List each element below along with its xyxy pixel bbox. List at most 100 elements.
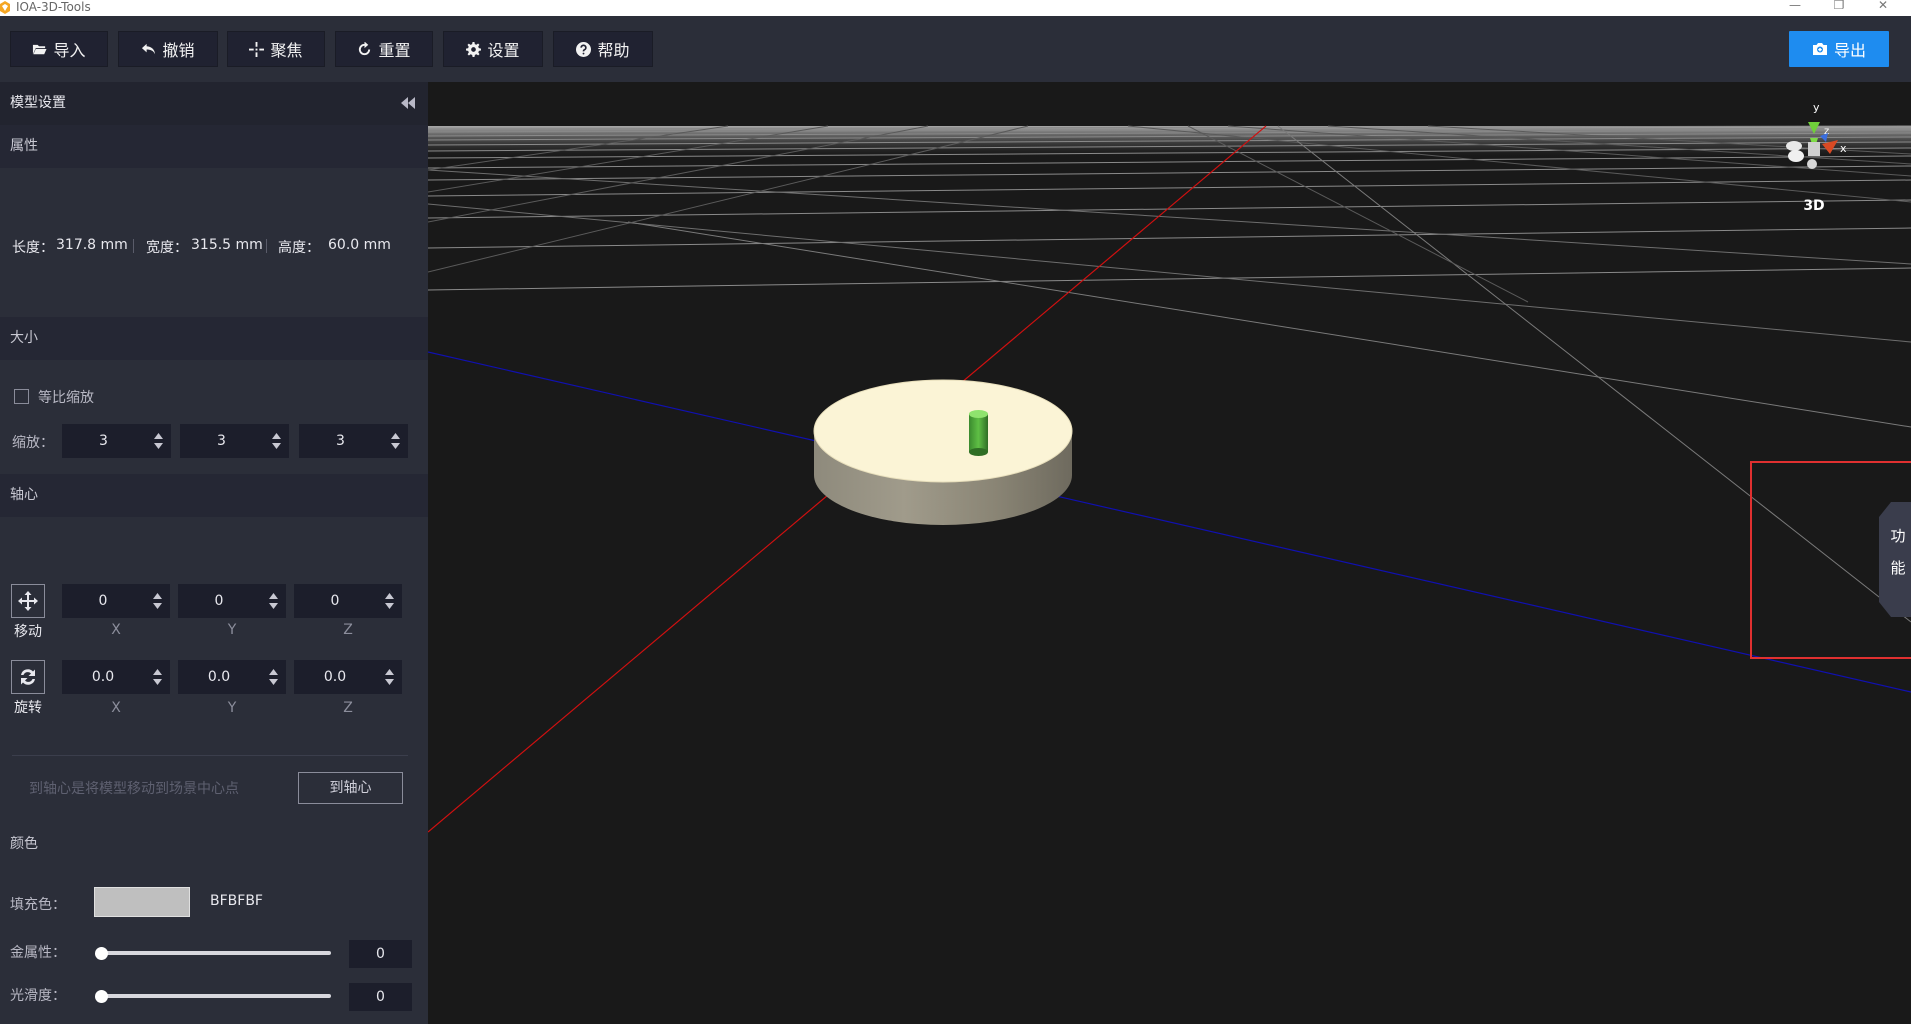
scale-z-input[interactable]: 3 bbox=[299, 424, 408, 458]
gizmo-neg-y-icon bbox=[1807, 159, 1817, 169]
crosshair-icon bbox=[249, 41, 265, 57]
metalness-value[interactable]: 0 bbox=[349, 940, 412, 968]
reset-button[interactable]: 重置 bbox=[335, 31, 433, 67]
orientation-gizmo[interactable]: y z x bbox=[1772, 100, 1852, 200]
camera-icon bbox=[1812, 43, 1827, 55]
ground-grid bbox=[428, 125, 1911, 623]
axis-z-label: Z bbox=[343, 622, 353, 638]
move-label: 移动 bbox=[14, 624, 42, 640]
size-header: 大小 bbox=[0, 317, 428, 360]
properties-header: 属性 bbox=[0, 125, 428, 168]
height-label: 高度： bbox=[278, 240, 320, 256]
uniform-scale-checkbox[interactable] bbox=[14, 389, 29, 404]
smoothness-value[interactable]: 0 bbox=[349, 983, 412, 1011]
scale-y-input[interactable]: 3 bbox=[180, 424, 289, 458]
close-button[interactable]: ✕ bbox=[1873, 0, 1893, 13]
axis-x-label: X bbox=[111, 700, 121, 716]
axis-x-label: X bbox=[111, 622, 121, 638]
divider bbox=[133, 239, 134, 253]
to-pivot-hint: 到轴心是将模型移动到场景中心点 bbox=[29, 781, 239, 797]
gizmo-center-icon bbox=[1808, 142, 1820, 156]
settings-button[interactable]: 设置 bbox=[443, 31, 543, 67]
color-header: 颜色 bbox=[10, 836, 38, 852]
axis-z-label: Z bbox=[343, 700, 353, 716]
rotate-x-input[interactable]: 0.0 bbox=[62, 660, 170, 694]
undo-icon bbox=[142, 43, 156, 54]
pivot-header: 轴心 bbox=[0, 474, 428, 517]
stepper-arrows[interactable] bbox=[385, 593, 394, 609]
metalness-slider[interactable] bbox=[97, 951, 331, 955]
stepper-arrows[interactable] bbox=[269, 669, 278, 685]
fill-color-swatch[interactable] bbox=[94, 887, 190, 917]
minimize-button[interactable]: — bbox=[1785, 0, 1805, 13]
move-tool-button[interactable] bbox=[11, 584, 45, 618]
smoothness-slider-thumb[interactable] bbox=[95, 990, 108, 1003]
z-axis-line bbox=[428, 351, 1911, 693]
stepper-arrows[interactable] bbox=[385, 669, 394, 685]
stepper-arrows[interactable] bbox=[154, 433, 163, 449]
model-settings-panel: 模型设置 属性 长度： 317.8 mm 宽度： 315.5 mm 高度： 60… bbox=[0, 82, 428, 1024]
panel-header: 模型设置 bbox=[0, 82, 428, 125]
fill-color-label: 填充色： bbox=[10, 897, 66, 913]
stepper-arrows[interactable] bbox=[153, 593, 162, 609]
restore-button[interactable]: ❐ bbox=[1829, 0, 1849, 13]
length-label: 长度： bbox=[12, 240, 54, 256]
scale-label: 缩放： bbox=[12, 435, 54, 451]
rotate-y-input[interactable]: 0.0 bbox=[178, 660, 286, 694]
function-tab-char-1: 功 bbox=[1890, 527, 1906, 545]
smoothness-label: 光滑度： bbox=[10, 988, 66, 1004]
undo-button[interactable]: 撤销 bbox=[118, 31, 218, 67]
divider bbox=[266, 239, 267, 253]
rotate-arrows-icon bbox=[21, 669, 35, 685]
scene-canvas[interactable] bbox=[428, 82, 1911, 1024]
rotate-tool-button[interactable] bbox=[11, 660, 45, 694]
window-title: IOA-3D-Tools bbox=[16, 0, 91, 14]
width-label: 宽度： bbox=[146, 240, 188, 256]
cylinder-model[interactable] bbox=[813, 379, 1073, 525]
panel-title: 模型设置 bbox=[10, 95, 66, 111]
refresh-icon bbox=[359, 41, 371, 55]
export-button[interactable]: 导出 bbox=[1789, 31, 1889, 67]
stepper-arrows[interactable] bbox=[391, 433, 400, 449]
height-value: 60.0 mm bbox=[328, 237, 391, 253]
toolbar: 导入 撤销 聚焦 重置 设置 帮助 导出 bbox=[0, 16, 1911, 82]
smoothness-slider[interactable] bbox=[97, 994, 331, 998]
gizmo-y-label: y bbox=[1813, 101, 1820, 114]
gizmo-x-label: x bbox=[1840, 142, 1847, 155]
move-arrows-icon bbox=[18, 591, 38, 611]
axis-y-label: Y bbox=[227, 622, 237, 638]
title-bar: IOA-3D-Tools — ❐ ✕ bbox=[0, 0, 1911, 16]
focus-button[interactable]: 聚焦 bbox=[227, 31, 325, 67]
move-x-input[interactable]: 0 bbox=[62, 584, 170, 618]
stepper-arrows[interactable] bbox=[153, 669, 162, 685]
function-tab-char-2: 能 bbox=[1890, 559, 1906, 577]
rotate-z-input[interactable]: 0.0 bbox=[294, 660, 402, 694]
metalness-label: 金属性： bbox=[10, 945, 66, 961]
app-logo-icon bbox=[0, 1, 10, 14]
move-z-input[interactable]: 0 bbox=[294, 584, 402, 618]
folder-open-icon bbox=[33, 44, 48, 54]
width-value: 315.5 mm bbox=[191, 237, 263, 253]
gizmo-neg-x-icon bbox=[1786, 141, 1802, 151]
function-side-tab[interactable]: 功 能 bbox=[1879, 502, 1911, 617]
help-icon bbox=[576, 41, 592, 57]
move-y-input[interactable]: 0 bbox=[178, 584, 286, 618]
divider bbox=[12, 755, 408, 756]
gizmo-neg-z-icon bbox=[1788, 150, 1804, 162]
stepper-arrows[interactable] bbox=[272, 433, 281, 449]
pin-marker[interactable] bbox=[969, 410, 988, 456]
uniform-scale-label: 等比缩放 bbox=[38, 390, 94, 406]
gizmo-x-cone-icon bbox=[1822, 140, 1838, 154]
fill-color-hex: BFBFBF bbox=[210, 893, 263, 909]
3d-viewport[interactable]: y z x 3D 功 能 bbox=[428, 82, 1911, 1024]
help-button[interactable]: 帮助 bbox=[553, 31, 653, 67]
gizmo-y-cone-icon bbox=[1808, 122, 1820, 134]
scale-x-input[interactable]: 3 bbox=[62, 424, 171, 458]
to-pivot-button[interactable]: 到轴心 bbox=[298, 772, 403, 804]
collapse-panel-icon[interactable] bbox=[400, 97, 416, 109]
stepper-arrows[interactable] bbox=[269, 593, 278, 609]
axis-y-label: Y bbox=[227, 700, 237, 716]
import-button[interactable]: 导入 bbox=[10, 31, 108, 67]
metalness-slider-thumb[interactable] bbox=[95, 947, 108, 960]
view-mode-label[interactable]: 3D bbox=[1784, 198, 1844, 214]
